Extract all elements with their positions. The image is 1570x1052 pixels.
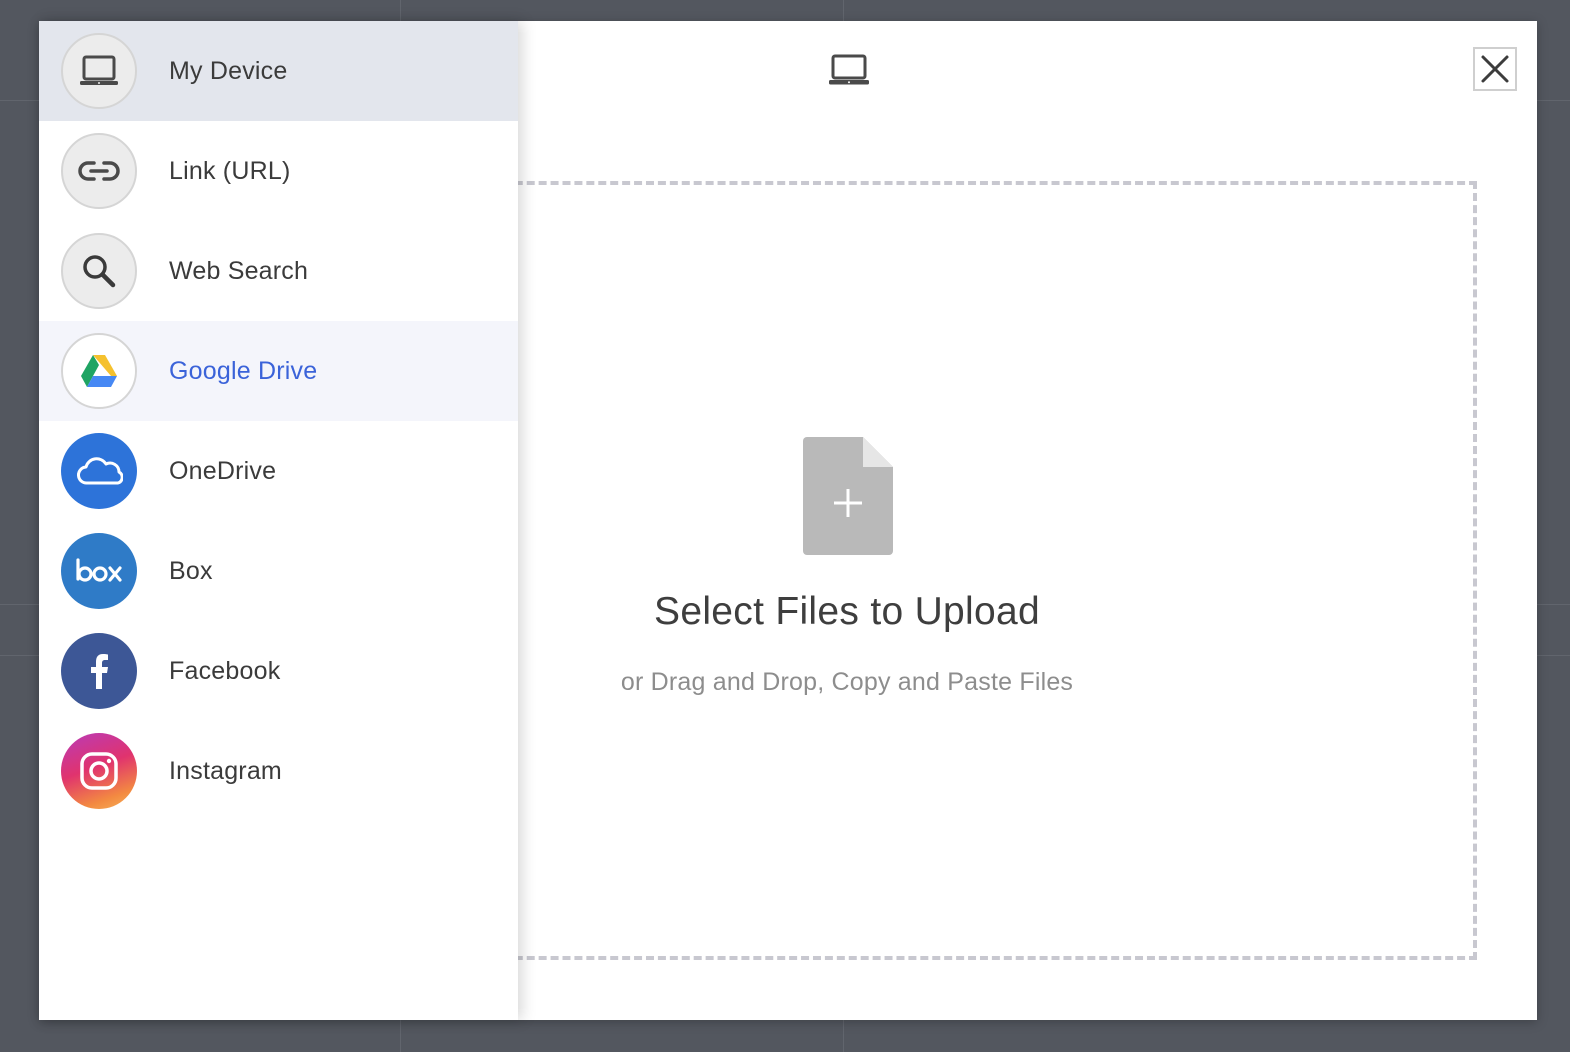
search-icon — [61, 233, 137, 309]
source-label: My Device — [169, 56, 288, 85]
source-label: Link (URL) — [169, 156, 291, 185]
source-my-device[interactable]: My Device — [39, 21, 518, 121]
source-instagram[interactable]: Instagram — [39, 721, 518, 821]
drop-zone-subtitle: or Drag and Drop, Copy and Paste Files — [620, 668, 1074, 696]
drop-zone[interactable] — [479, 181, 1477, 960]
close-icon — [1481, 55, 1509, 83]
source-label: Facebook — [169, 656, 281, 685]
source-label: Web Search — [169, 256, 309, 285]
source-label: Box — [169, 556, 213, 585]
drop-zone-title[interactable]: Select Files to Upload — [518, 590, 1176, 634]
source-label: Google Drive — [169, 356, 318, 385]
link-icon — [61, 133, 137, 209]
box-icon — [61, 533, 137, 609]
source-onedrive[interactable]: OneDrive — [39, 421, 518, 521]
source-box[interactable]: Box — [39, 521, 518, 621]
source-google-drive[interactable]: Google Drive — [39, 321, 518, 421]
instagram-icon — [61, 733, 137, 809]
source-sidebar: My Device Link (URL) Web Search Google D… — [39, 21, 518, 1020]
laptop-icon — [828, 54, 870, 88]
source-link-url[interactable]: Link (URL) — [39, 121, 518, 221]
google-drive-icon — [61, 333, 137, 409]
source-web-search[interactable]: Web Search — [39, 221, 518, 321]
file-picker-dialog: My Device Link (URL) Web Search Google D… — [39, 21, 1537, 1020]
source-label: OneDrive — [169, 456, 277, 485]
close-button[interactable] — [1473, 47, 1517, 91]
onedrive-icon — [61, 433, 137, 509]
source-label: Instagram — [169, 756, 282, 785]
source-facebook[interactable]: Facebook — [39, 621, 518, 721]
facebook-icon — [61, 633, 137, 709]
file-add-icon[interactable] — [803, 437, 893, 555]
laptop-icon — [61, 33, 137, 109]
